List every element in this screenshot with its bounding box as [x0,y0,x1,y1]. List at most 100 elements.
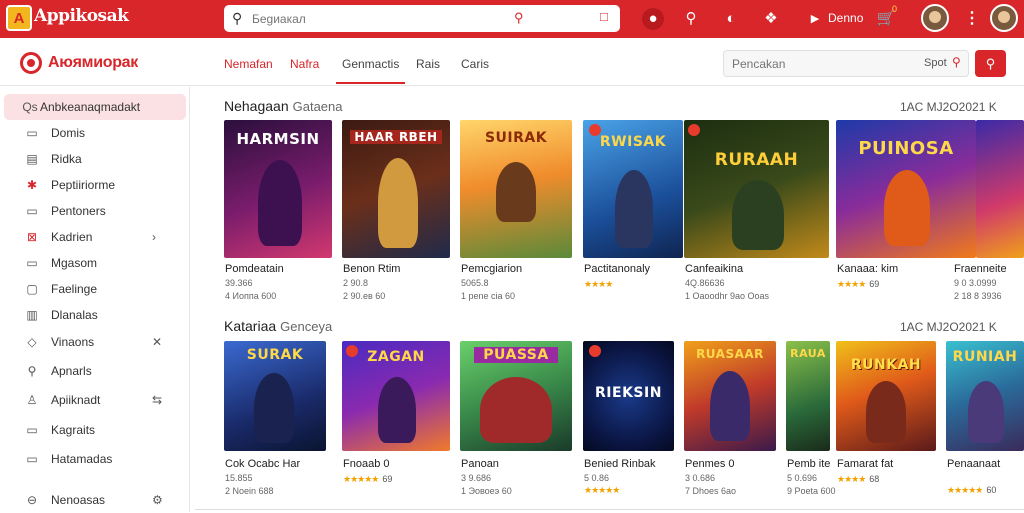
sidebar-item-9[interactable]: ◇ Vinaons ✕ [4,329,186,355]
sidebar-item-13[interactable]: ▭ Hatamadas [4,446,186,472]
sidebar-item-11[interactable]: ♙ Apiiknadt ⇆ [4,387,186,413]
game-cover[interactable]: SUIRAK [460,120,572,258]
game-cover-title: PUINOSA [858,138,954,159]
game-cover[interactable]: RUNIAH [946,341,1024,451]
tab-genmactis[interactable]: Genmactis [335,57,406,84]
chevron-right-icon[interactable]: › [152,230,156,244]
rating-stars: ★★★★★ [584,485,620,495]
game-meta: 2 Noein 688 [225,486,274,496]
sidebar-item-10[interactable]: ⚲ Apnarls [4,358,186,384]
game-title[interactable]: Fnoaab 0 [343,458,389,470]
profile-avatar[interactable] [990,4,1018,32]
shopping-bag-icon[interactable]: □ [600,9,608,24]
user-label[interactable]: Denno [828,11,863,25]
close-icon[interactable]: ✕ [152,335,162,349]
game-cover[interactable]: HAAR RBEH [342,120,450,258]
sidebar-item-8[interactable]: ▥ Dlanalas [4,302,186,328]
sidebar-item-label: Apiiknadt [51,393,101,407]
game-title[interactable]: Famarat fat [837,458,893,470]
sidebar-item-6[interactable]: ▭ Mgasom [4,250,186,276]
sidebar-item-label: Pentoners [51,204,106,218]
search-submit-icon[interactable]: ⚲ [514,10,524,26]
secondary-bar: Аюямиорак Nemafan Nafra Genmactis Rais C… [0,40,1024,86]
game-title[interactable]: Kanaaa: kim [837,263,898,275]
game-cover-title: RUASAAR [696,347,764,361]
top-search-box[interactable]: ⚲ ⚲ □ [224,5,620,32]
search-icon[interactable]: ⚲ [952,55,961,69]
cart-count-badge: 0 [892,4,898,14]
game-title[interactable]: Pomdeatain [225,263,284,275]
game-title[interactable]: Benied Rinbak [584,458,656,470]
game-cover[interactable] [976,120,1024,258]
tab-rais[interactable]: Rais [416,57,440,71]
game-cover[interactable]: ZAGAN [342,341,450,451]
search-icon[interactable]: ⚲ [680,8,702,30]
sidebar-item-icon: ▥ [26,308,38,322]
game-cover[interactable]: SURAK [224,341,326,451]
game-title[interactable]: Fraenneite [954,263,1007,275]
sidebar-item-2[interactable]: ▤ Ridka [4,146,186,172]
game-cover[interactable]: RURAAH [684,120,829,258]
game-cover[interactable]: RUASAAR [684,341,776,451]
game-cover[interactable]: RAUA [786,341,830,451]
secondary-search-input[interactable] [732,55,912,73]
search-scope-label[interactable]: Spot [924,57,947,69]
section-meta[interactable]: 1AC MJ2O2021 K [900,320,997,334]
sidebar-item-label: Anbkeanaqmadakt [40,100,141,114]
sidebar-item-label: Dlanalas [51,308,98,322]
app-title: Appikosak [34,6,129,26]
sidebar-item-14[interactable]: ⊖ Nenoasas ⚙ [4,487,186,513]
controller-icon[interactable]: ❖ [760,8,782,30]
game-title[interactable]: Canfeaikina [685,263,743,275]
secondary-search-box[interactable]: Spot ⚲ [723,50,969,77]
sidebar-item-1[interactable]: ▭ Domis [4,120,186,146]
game-title[interactable]: Pemb ite [787,458,830,470]
game-meta: 9 Poeta 600 [787,486,836,496]
game-cover[interactable]: PUINOSA [836,120,976,258]
top-search-input[interactable] [252,9,532,28]
swap-icon[interactable]: ⇆ [152,393,162,407]
sidebar-item-5[interactable]: ⊠ Kadrien › [4,224,186,250]
video-icon[interactable]: ▶ [804,8,826,30]
game-title[interactable]: Pemcgiarion [461,263,522,275]
rating-stars: ★★★★★ 60 [947,485,997,495]
cover-art-figure [866,381,906,443]
game-title[interactable]: Panoan [461,458,499,470]
avatar[interactable] [921,4,949,32]
badge-icon [589,345,601,357]
game-title[interactable]: Penmes 0 [685,458,735,470]
game-cover-title: HAAR RBEH [350,130,442,144]
game-title[interactable]: Benon Rtim [343,263,400,275]
section-meta[interactable]: 1AC MJ2O2021 K [900,100,997,114]
game-cover[interactable]: RUNKAH [836,341,936,451]
app-logo[interactable]: A [6,5,32,31]
sidebar-item-12[interactable]: ▭ Kagraits [4,417,186,443]
game-cover[interactable]: RWISAK [583,120,683,258]
headphones-icon[interactable]: ◐ [720,8,742,30]
game-title[interactable]: Penaanaat [947,458,1000,470]
game-meta: 5065.8 [461,278,489,288]
tab-nemafan[interactable]: Nemafan [224,57,273,71]
sidebar-item-icon: ⊠ [26,230,38,244]
circle-icon[interactable]: ● [642,8,664,30]
sidebar-item-label: Hatamadas [51,452,113,466]
game-cover[interactable]: HARMSIN [224,120,332,258]
search-button[interactable]: ⚲ [975,50,1006,77]
sidebar-item-4[interactable]: ▭ Pentoners [4,198,186,224]
game-title[interactable]: Pactitanonaly [584,263,650,275]
settings-icon[interactable]: ⚙ [152,493,163,507]
cover-art-figure [480,377,552,443]
brand-logo[interactable]: Аюямиорак [20,52,138,74]
rating-stars: ★★★★ 68 [837,474,880,484]
game-meta: 15.855 [225,473,253,483]
tab-caris[interactable]: Caris [461,57,489,71]
sidebar-item-0[interactable]: Qs Anbkeanaqmadakt [4,94,186,120]
rating-stars: ★★★★ [584,279,613,289]
sidebar-item-7[interactable]: ▢ Faelinge [4,276,186,302]
sidebar-item-3[interactable]: ✱ Peptiiriorme [4,172,186,198]
menu-dots-icon[interactable]: ⋮ [964,8,980,28]
game-title[interactable]: Cok Ocabc Har [225,458,300,470]
game-cover[interactable]: RIEKSIN [583,341,674,451]
game-cover[interactable]: PUASSA [460,341,572,451]
tab-nafra[interactable]: Nafra [290,57,319,71]
